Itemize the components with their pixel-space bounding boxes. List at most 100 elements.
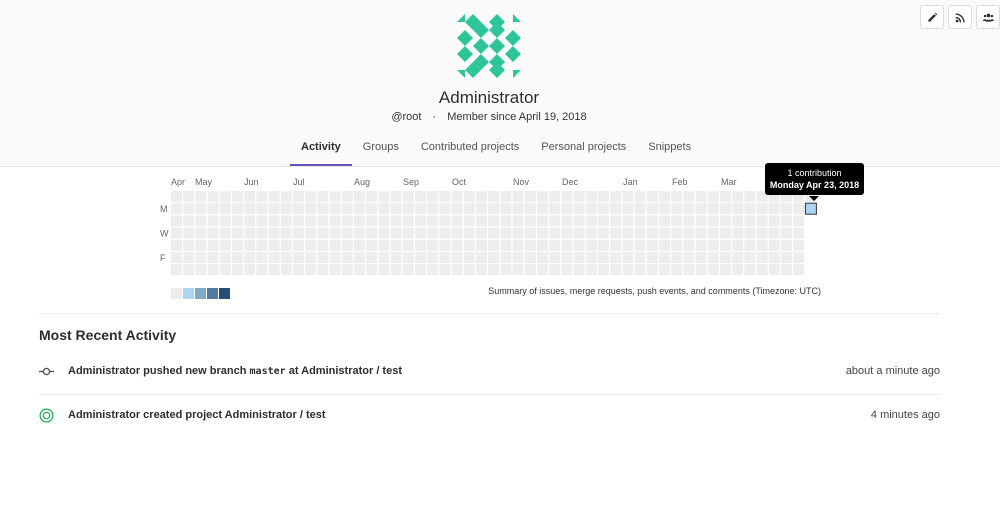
contribution-day[interactable] (646, 203, 658, 215)
contribution-day[interactable] (256, 252, 268, 263)
contribution-day[interactable] (171, 252, 182, 263)
contribution-day[interactable] (366, 239, 378, 251)
contribution-day[interactable] (219, 203, 231, 215)
contribution-day[interactable] (268, 215, 280, 227)
contribution-day[interactable] (341, 264, 353, 276)
tab-contributed-projects[interactable]: Contributed projects (410, 135, 530, 166)
contribution-day[interactable] (781, 203, 792, 215)
contribution-day[interactable] (671, 203, 683, 215)
contribution-day[interactable] (500, 191, 512, 202)
contribution-day[interactable] (207, 215, 219, 227)
contribution-day[interactable] (512, 252, 524, 263)
contribution-day[interactable] (244, 264, 256, 276)
contribution-day[interactable] (488, 191, 500, 202)
contribution-day[interactable] (720, 215, 731, 227)
contribution-day[interactable] (232, 252, 243, 263)
contribution-day[interactable] (720, 264, 731, 276)
contribution-day[interactable] (354, 215, 365, 227)
contribution-day[interactable] (695, 264, 707, 276)
contribution-day[interactable] (293, 203, 304, 215)
contribution-day[interactable] (171, 239, 182, 251)
contribution-day[interactable] (512, 239, 524, 251)
rss-button[interactable] (948, 5, 972, 29)
contribution-day[interactable] (329, 252, 341, 263)
contribution-day[interactable] (268, 203, 280, 215)
contribution-day[interactable] (427, 203, 439, 215)
contribution-day[interactable] (500, 239, 512, 251)
contribution-day[interactable] (390, 227, 402, 239)
contribution-day[interactable] (549, 252, 561, 263)
contribution-day[interactable] (671, 264, 683, 276)
contribution-day[interactable] (427, 227, 439, 239)
contribution-day[interactable] (439, 264, 451, 276)
contribution-day[interactable] (378, 239, 390, 251)
contribution-day[interactable] (232, 191, 243, 202)
contribution-day[interactable] (500, 227, 512, 239)
contribution-day[interactable] (317, 215, 329, 227)
contribution-day[interactable] (439, 239, 451, 251)
contribution-day[interactable] (305, 215, 317, 227)
contribution-day[interactable] (573, 215, 585, 227)
contribution-day[interactable] (451, 191, 463, 202)
contribution-day[interactable] (683, 239, 695, 251)
contribution-day[interactable] (207, 191, 219, 202)
contribution-day[interactable] (305, 252, 317, 263)
contribution-day[interactable] (537, 239, 548, 251)
contribution-day[interactable] (610, 215, 622, 227)
contribution-day[interactable] (354, 239, 365, 251)
contribution-day[interactable] (781, 239, 792, 251)
contribution-day[interactable] (317, 252, 329, 263)
contribution-day[interactable] (732, 252, 744, 263)
contribution-day[interactable] (646, 252, 658, 263)
contribution-day[interactable] (329, 215, 341, 227)
contribution-day[interactable] (219, 191, 231, 202)
contribution-day[interactable] (732, 239, 744, 251)
contribution-day[interactable] (585, 264, 597, 276)
contribution-day[interactable] (244, 239, 256, 251)
contribution-day[interactable] (244, 215, 256, 227)
admin-users-button[interactable] (976, 5, 1000, 29)
contribution-day[interactable] (171, 203, 182, 215)
contribution-day[interactable] (671, 239, 683, 251)
contribution-day[interactable] (659, 252, 670, 263)
contribution-day[interactable] (683, 252, 695, 263)
contribution-day[interactable] (415, 215, 426, 227)
contribution-day[interactable] (439, 227, 451, 239)
contribution-day[interactable] (317, 264, 329, 276)
tab-activity[interactable]: Activity (290, 135, 352, 166)
tab-personal-projects[interactable]: Personal projects (530, 135, 637, 166)
contribution-day[interactable] (720, 252, 731, 263)
contribution-day[interactable] (415, 239, 426, 251)
contribution-day[interactable] (415, 203, 426, 215)
contribution-day[interactable] (354, 203, 365, 215)
contribution-day[interactable] (415, 252, 426, 263)
contribution-day[interactable] (549, 203, 561, 215)
contribution-day[interactable] (305, 203, 317, 215)
contribution-day[interactable] (280, 252, 292, 263)
contribution-day[interactable] (707, 264, 719, 276)
contribution-day[interactable] (427, 215, 439, 227)
contribution-day[interactable] (451, 264, 463, 276)
contribution-day[interactable] (707, 227, 719, 239)
contribution-day[interactable] (232, 215, 243, 227)
contribution-day[interactable] (683, 215, 695, 227)
contribution-day[interactable] (634, 264, 646, 276)
contribution-day[interactable] (476, 203, 487, 215)
contribution-day[interactable] (573, 191, 585, 202)
contribution-day[interactable] (268, 227, 280, 239)
contribution-day[interactable] (207, 227, 219, 239)
contribution-day[interactable] (329, 239, 341, 251)
contribution-day[interactable] (488, 264, 500, 276)
contribution-day[interactable] (402, 239, 414, 251)
contribution-day[interactable] (171, 264, 182, 276)
contribution-day[interactable] (585, 252, 597, 263)
contribution-day[interactable] (183, 215, 195, 227)
contribution-day[interactable] (305, 239, 317, 251)
contribution-day[interactable] (707, 239, 719, 251)
contribution-day[interactable] (402, 215, 414, 227)
contribution-day[interactable] (793, 264, 805, 276)
contribution-day[interactable] (732, 215, 744, 227)
contribution-day[interactable] (524, 215, 536, 227)
contribution-day[interactable] (390, 264, 402, 276)
contribution-day[interactable] (659, 227, 670, 239)
